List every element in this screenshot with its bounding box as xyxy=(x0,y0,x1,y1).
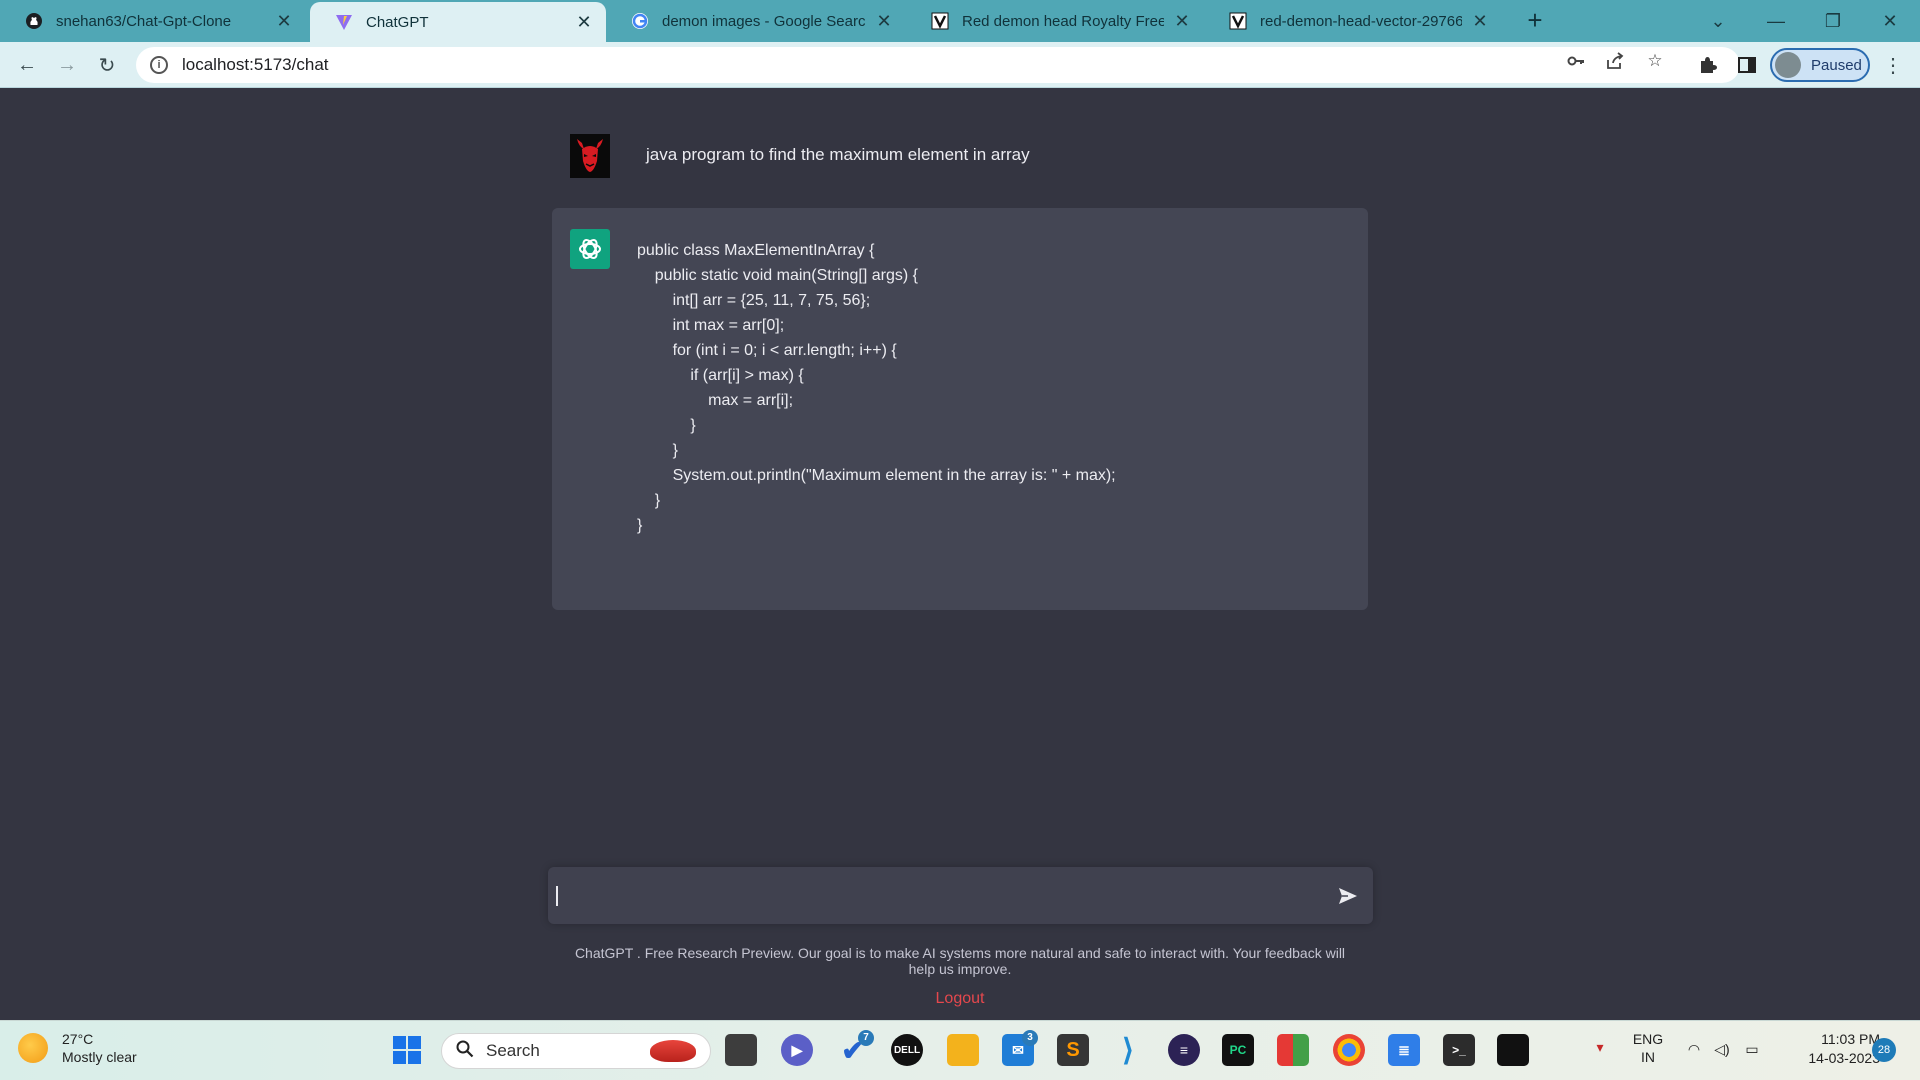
reload-icon[interactable]: ↻ xyxy=(92,50,122,80)
command-prompt-icon[interactable] xyxy=(1497,1034,1529,1066)
search-label: Search xyxy=(486,1041,540,1060)
clock-time: 11:03 PM xyxy=(1821,1031,1880,1047)
code-line: if (arr[i] > max) { xyxy=(637,367,804,384)
code-line: } xyxy=(637,417,696,434)
close-tab-icon[interactable]: ✕ xyxy=(1470,11,1490,31)
eclipse-icon[interactable]: ≡ xyxy=(1168,1034,1200,1066)
openai-logo-icon xyxy=(570,229,610,269)
new-tab-button[interactable]: + xyxy=(1520,6,1550,36)
prompt-input[interactable] xyxy=(548,867,1373,924)
notification-count-badge[interactable]: 28 xyxy=(1872,1038,1896,1062)
winrar-icon[interactable] xyxy=(1277,1034,1309,1066)
code-line: } xyxy=(637,517,643,534)
tab-title: Red demon head Royalty Free Ve xyxy=(962,12,1164,30)
tab-title: ChatGPT xyxy=(366,13,429,31)
avatar xyxy=(1775,52,1801,78)
back-arrow-icon[interactable]: ← xyxy=(12,50,42,80)
extensions-puzzle-icon[interactable] xyxy=(1692,50,1722,80)
key-icon[interactable] xyxy=(1565,50,1587,72)
profile-button[interactable]: Paused xyxy=(1770,48,1870,82)
share-icon[interactable] xyxy=(1604,50,1626,72)
battery-icon[interactable]: ▭ xyxy=(1740,1040,1764,1058)
bookmark-star-icon[interactable]: ☆ xyxy=(1644,50,1666,72)
teams-chat-icon[interactable]: ▶ xyxy=(781,1034,813,1066)
user-message-text: java program to find the maximum element… xyxy=(646,145,1030,164)
volume-icon[interactable]: ◁) xyxy=(1710,1040,1734,1058)
code-line: int[] arr = {25, 11, 7, 75, 56}; xyxy=(637,292,871,309)
url-text: localhost:5173/chat xyxy=(182,55,329,74)
pie-search-highlight-icon xyxy=(650,1040,696,1062)
search-icon xyxy=(456,1040,474,1063)
sublime-text-icon[interactable]: S xyxy=(1057,1034,1089,1066)
region-code: IN xyxy=(1641,1049,1655,1065)
vecteezy-icon xyxy=(930,11,950,31)
system-clock[interactable]: 11:03 PM 14-03-2023 xyxy=(1780,1030,1880,1068)
close-tab-icon[interactable]: ✕ xyxy=(874,11,894,31)
close-window-button[interactable]: ✕ xyxy=(1870,6,1910,36)
chrome-icon[interactable] xyxy=(1333,1034,1365,1066)
weather-desc: Mostly clear xyxy=(62,1049,137,1065)
weather-temp: 27°C xyxy=(62,1031,94,1047)
tab-github[interactable]: snehan63/Chat-Gpt-Clone ✕ xyxy=(0,0,306,42)
site-info-icon[interactable]: i xyxy=(150,56,168,74)
weather-widget[interactable]: 27°C Mostly clear xyxy=(18,1030,137,1066)
minimize-button[interactable]: — xyxy=(1756,6,1796,36)
send-icon[interactable] xyxy=(1336,884,1360,908)
language-indicator[interactable]: ENG IN xyxy=(1626,1030,1670,1066)
menu-kebab-icon[interactable]: ⋮ xyxy=(1878,50,1908,80)
moon-weather-icon xyxy=(18,1033,48,1063)
code-line: public class MaxElementInArray { xyxy=(637,242,875,259)
tab-google-search[interactable]: demon images - Google Search ✕ xyxy=(606,0,906,42)
tab-title: snehan63/Chat-Gpt-Clone xyxy=(56,12,232,30)
close-tab-icon[interactable]: ✕ xyxy=(574,12,594,32)
code-line: } xyxy=(637,492,661,509)
demon-avatar-icon xyxy=(570,134,610,178)
code-line: } xyxy=(637,442,678,459)
github-icon xyxy=(24,11,44,31)
code-line: max = arr[i]; xyxy=(637,392,794,409)
windows-start-icon[interactable] xyxy=(391,1034,423,1066)
code-line: int max = arr[0]; xyxy=(637,317,785,334)
code-line: public static void main(String[] args) { xyxy=(637,267,918,284)
vite-icon xyxy=(334,12,354,32)
tab-red-demon-vector[interactable]: Red demon head Royalty Free Ve ✕ xyxy=(906,0,1204,42)
tab-title: demon images - Google Search xyxy=(662,12,866,30)
tab-title: red-demon-head-vector-297668 xyxy=(1260,12,1462,30)
todo-badge: 7 xyxy=(858,1030,874,1046)
code-line: System.out.println("Maximum element in t… xyxy=(637,467,1116,484)
logout-button[interactable]: Logout xyxy=(900,990,1020,1008)
address-bar[interactable]: i localhost:5173/chat xyxy=(136,47,1740,83)
browser-toolbar: ← → ↻ i localhost:5173/chat ☆ Paused ⋮ xyxy=(0,42,1920,88)
file-explorer-icon[interactable] xyxy=(947,1034,979,1066)
wifi-icon[interactable]: ◠ xyxy=(1682,1040,1706,1058)
disclaimer-text: ChatGPT . Free Research Preview. Our goa… xyxy=(574,945,1346,977)
profile-status: Paused xyxy=(1811,56,1862,74)
task-view-icon[interactable] xyxy=(725,1034,757,1066)
side-panel-icon[interactable] xyxy=(1732,50,1762,80)
code-line: for (int i = 0; i < arr.length; i++) { xyxy=(637,342,897,359)
taskbar-search[interactable]: Search xyxy=(441,1033,711,1069)
language-code: ENG xyxy=(1632,1031,1664,1047)
text-caret xyxy=(556,886,558,906)
clock-date: 14-03-2023 xyxy=(1808,1050,1880,1066)
security-alert-icon[interactable]: ▾ xyxy=(1588,1038,1612,1056)
terminal-icon[interactable]: >_ xyxy=(1443,1034,1475,1066)
close-tab-icon[interactable]: ✕ xyxy=(274,11,294,31)
notepad-icon[interactable]: ≣ xyxy=(1388,1034,1420,1066)
tab-search-chevron-icon[interactable]: ⌄ xyxy=(1698,6,1738,36)
restore-button[interactable]: ❐ xyxy=(1813,6,1853,36)
forward-arrow-icon[interactable]: → xyxy=(52,50,82,80)
assistant-code-block: public class MaxElementInArray { public … xyxy=(637,238,1116,538)
tab-red-demon-head[interactable]: red-demon-head-vector-297668 ✕ xyxy=(1204,0,1502,42)
dell-icon[interactable]: DELL xyxy=(891,1034,923,1066)
google-icon xyxy=(630,11,650,31)
mail-badge: 3 xyxy=(1022,1030,1038,1046)
vecteezy-icon xyxy=(1228,11,1248,31)
tab-chatgpt[interactable]: ChatGPT ✕ xyxy=(310,2,606,42)
close-tab-icon[interactable]: ✕ xyxy=(1172,11,1192,31)
pycharm-icon[interactable]: PC xyxy=(1222,1034,1254,1066)
vscode-icon[interactable]: ⟩ xyxy=(1112,1034,1144,1067)
